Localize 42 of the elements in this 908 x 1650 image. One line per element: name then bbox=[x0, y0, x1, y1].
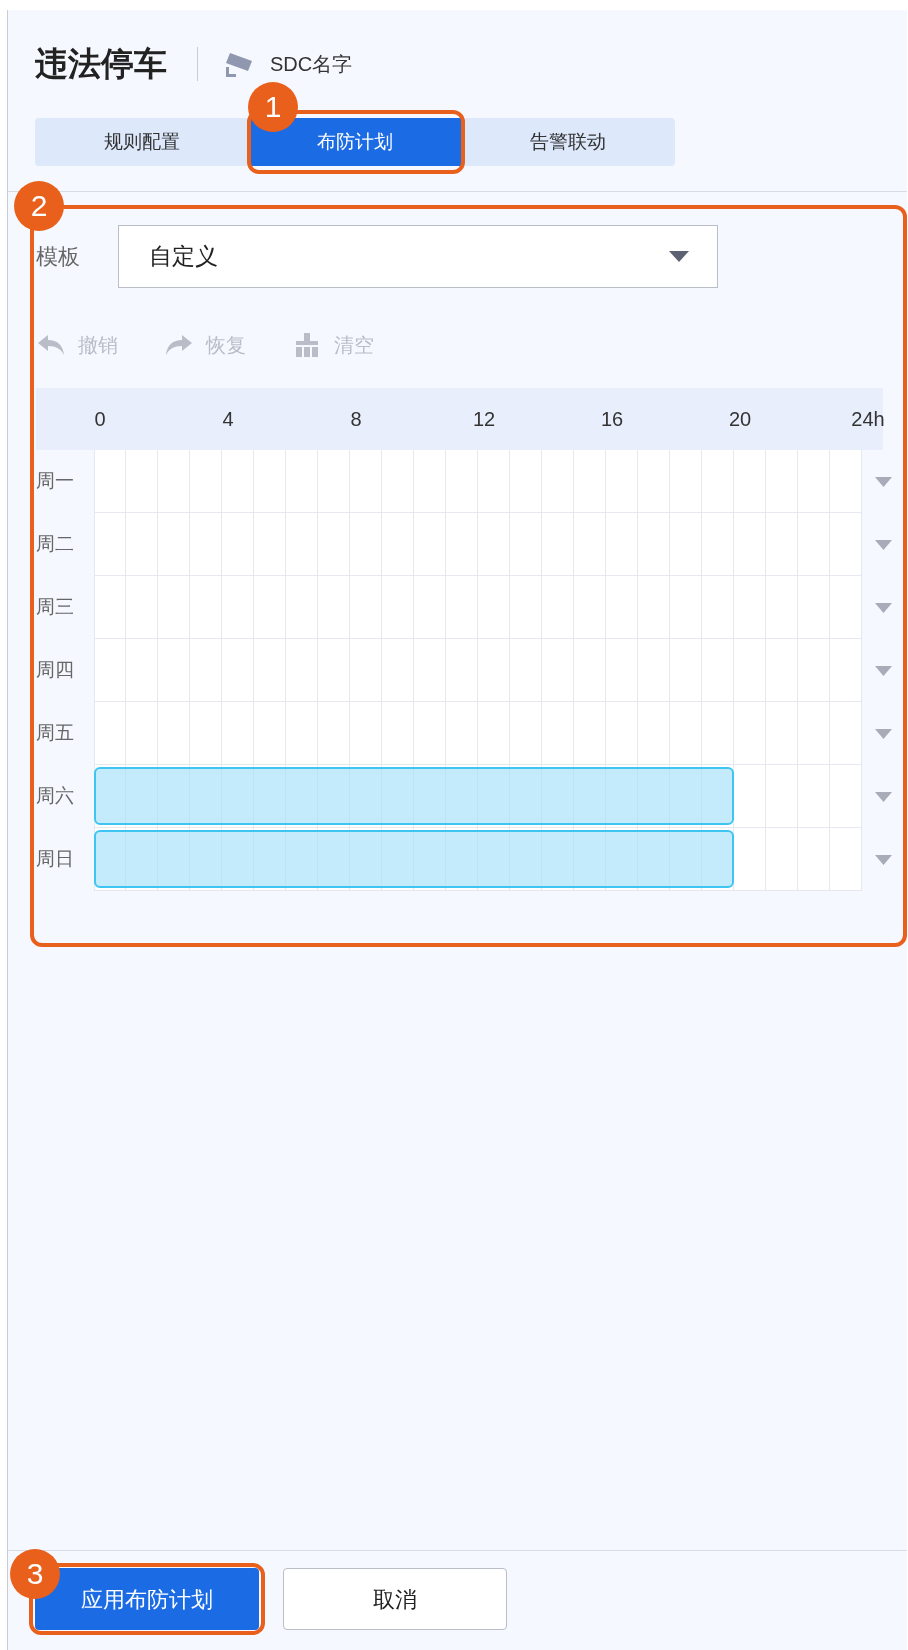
tab[interactable]: 布防计划 bbox=[248, 118, 461, 166]
caret-icon bbox=[669, 251, 689, 262]
day-label: 周六 bbox=[36, 784, 75, 809]
hour-label: 0 bbox=[93, 407, 107, 432]
tab[interactable]: 告警联动 bbox=[461, 118, 674, 166]
day-label: 周二 bbox=[36, 532, 75, 557]
step-number-badge: 2 bbox=[14, 181, 64, 231]
caret-icon[interactable] bbox=[875, 476, 892, 487]
caret-icon[interactable] bbox=[875, 539, 892, 550]
day-label: 周五 bbox=[36, 721, 75, 746]
page-title: 违法停车 bbox=[35, 44, 167, 85]
day-label: 周一 bbox=[36, 469, 75, 494]
schedule-row[interactable] bbox=[94, 702, 862, 765]
step-number-badge: 1 bbox=[248, 82, 298, 132]
caret-icon[interactable] bbox=[875, 791, 892, 802]
caret-icon[interactable] bbox=[875, 854, 892, 865]
schedule-row[interactable] bbox=[94, 576, 862, 639]
caret-icon[interactable] bbox=[875, 728, 892, 739]
tab[interactable]: 规则配置 bbox=[35, 118, 248, 166]
schedule-row[interactable] bbox=[94, 513, 862, 576]
hour-label: 8 bbox=[349, 407, 363, 432]
schedule-row[interactable] bbox=[94, 765, 862, 828]
schedule-row[interactable] bbox=[94, 639, 862, 702]
template-dropdown[interactable]: 自定义 bbox=[118, 225, 718, 288]
caret-icon[interactable] bbox=[875, 602, 892, 613]
hour-label: 12 bbox=[471, 407, 497, 432]
hour-label: 20 bbox=[727, 407, 753, 432]
day-label: 周四 bbox=[36, 658, 75, 683]
step-number-badge: 3 bbox=[10, 1549, 60, 1599]
armed-time-span[interactable] bbox=[94, 767, 734, 825]
template-label: 模板 bbox=[36, 243, 80, 271]
cancel-button[interactable]: 取消 bbox=[283, 1568, 507, 1630]
caret-icon[interactable] bbox=[875, 665, 892, 676]
device-name: SDC名字 bbox=[270, 52, 353, 77]
schedule-row[interactable] bbox=[94, 450, 862, 513]
hour-label: 4 bbox=[221, 407, 235, 432]
day-label: 周日 bbox=[36, 847, 75, 872]
hour-label: 16 bbox=[599, 407, 625, 432]
day-label: 周三 bbox=[36, 595, 75, 620]
armed-time-span[interactable] bbox=[94, 830, 734, 888]
hour-label: 24h bbox=[850, 407, 886, 432]
schedule-row[interactable] bbox=[94, 828, 862, 891]
